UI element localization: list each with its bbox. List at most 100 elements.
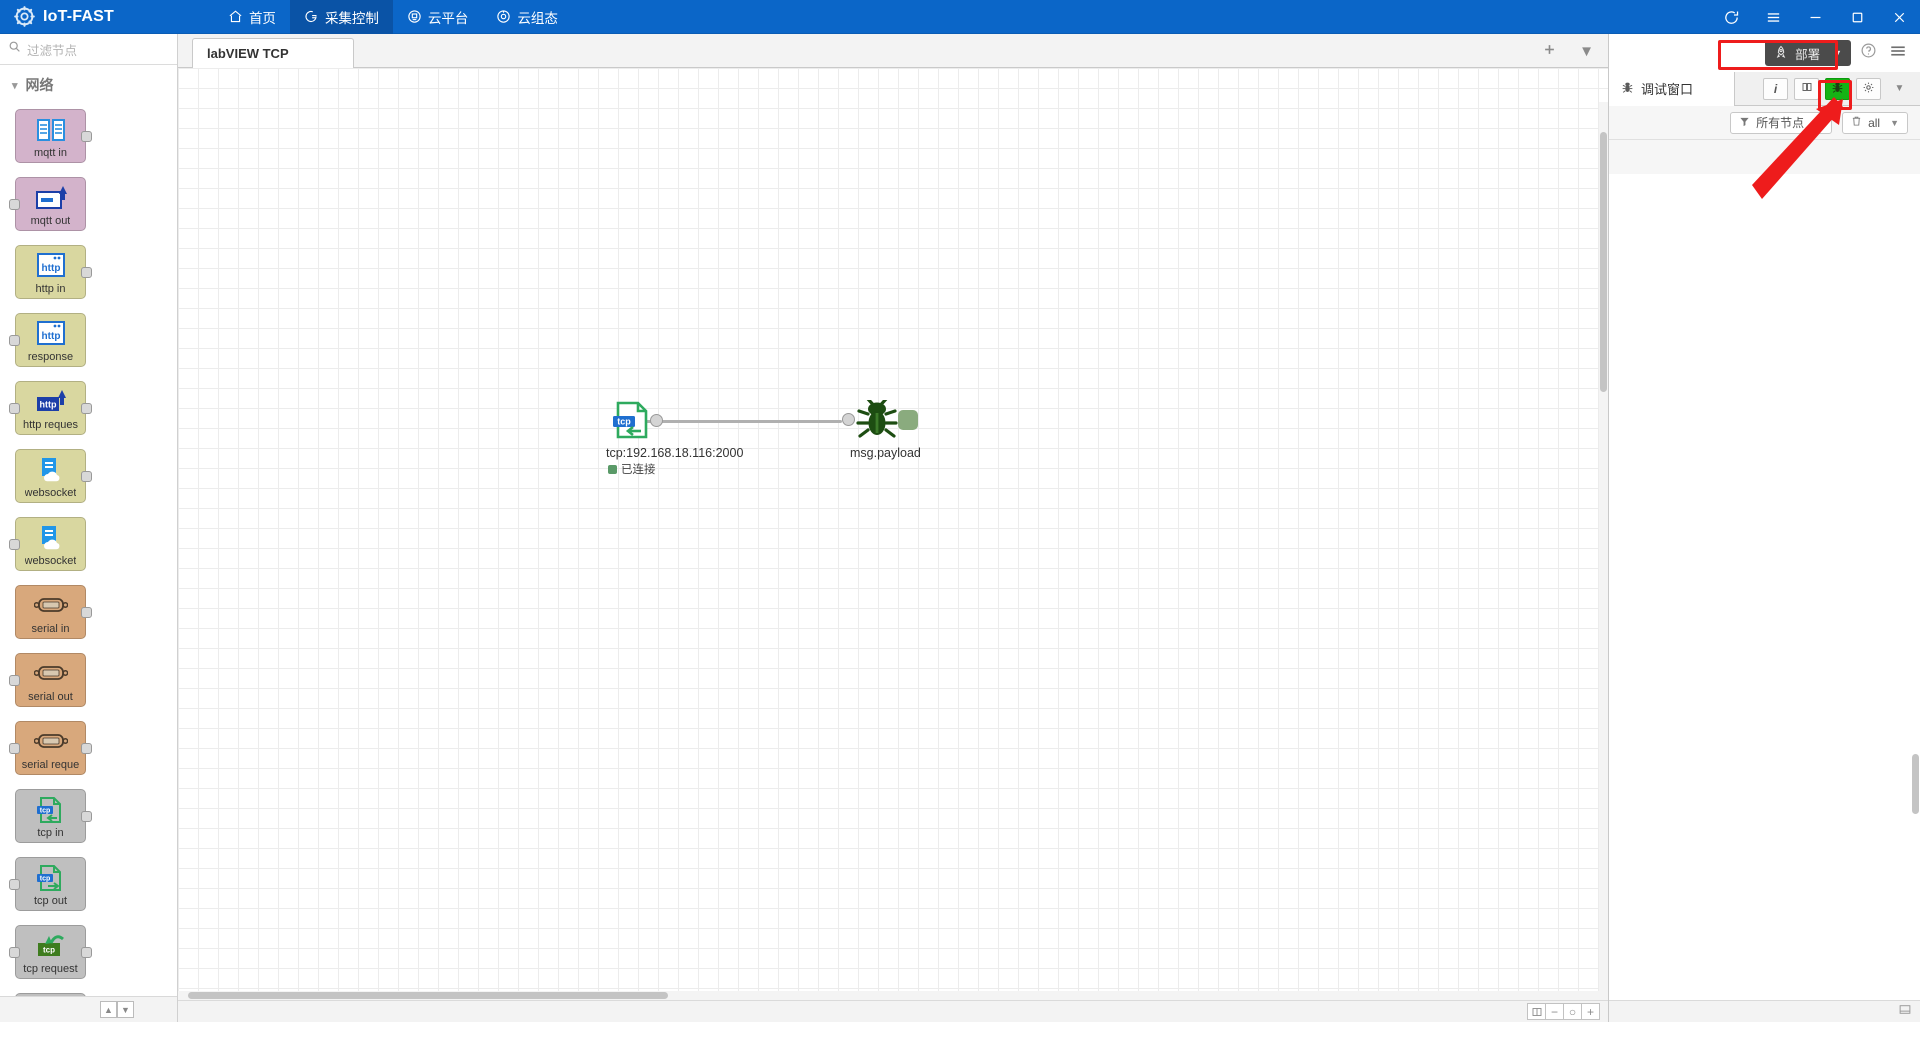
fit-view-button[interactable] — [1527, 1003, 1546, 1020]
palette-search[interactable]: 过滤节点 — [0, 34, 177, 65]
node-input-port[interactable] — [9, 947, 20, 958]
palette-node-label: serial in — [31, 623, 70, 635]
canvas-horizontal-scrollbar[interactable] — [178, 991, 1599, 1000]
nav-item-home[interactable]: 首页 — [214, 0, 290, 34]
panel-layout-icon[interactable] — [1898, 1003, 1912, 1021]
chevron-up-icon[interactable]: ▲ — [100, 1001, 117, 1018]
workspace: labVIEW TCP ▼ tcp tcp:192.168.18.116:200… — [178, 34, 1608, 1022]
node-input-port[interactable] — [9, 743, 20, 754]
tab-debug-window[interactable]: 调试窗口 — [1609, 71, 1735, 106]
node-input-port[interactable] — [842, 413, 855, 426]
debug-message-list[interactable] — [1609, 174, 1920, 1000]
sidebar-tabs: 调试窗口 i ▼ — [1609, 71, 1920, 106]
flow-canvas[interactable]: tcp tcp:192.168.18.116:2000 已连接 msg.payl… — [178, 68, 1608, 1022]
palette-node-tcp-out[interactable]: tcp tcp out — [9, 857, 86, 911]
palette-scroll[interactable]: ▾ 网络 mqtt in mqtt out http http in http respo… — [0, 65, 177, 996]
node-output-port[interactable] — [81, 947, 92, 958]
config-tab-button[interactable] — [1856, 77, 1881, 100]
close-button[interactable] — [1878, 0, 1920, 34]
node-output-port[interactable] — [81, 267, 92, 278]
deploy-button[interactable]: 部署 ▼ — [1765, 40, 1851, 66]
flow-tab-labview-tcp[interactable]: labVIEW TCP — [192, 38, 354, 68]
add-flow-button[interactable] — [1538, 42, 1561, 61]
http-up-icon: http — [16, 386, 85, 418]
refresh-button[interactable] — [1710, 0, 1752, 34]
node-output-port[interactable] — [81, 607, 92, 618]
svg-text:tcp: tcp — [39, 808, 50, 815]
chevron-down-icon: ▼ — [1890, 117, 1899, 128]
node-output-port[interactable] — [81, 743, 92, 754]
palette-category-network[interactable]: ▾ 网络 — [0, 65, 177, 103]
scroll-thumb[interactable] — [1600, 132, 1607, 392]
chevron-down-icon: ▼ — [1894, 83, 1905, 94]
node-output-port[interactable] — [81, 471, 92, 482]
collapse-panel-button[interactable]: ▼ — [1887, 78, 1912, 100]
node-input-port[interactable] — [9, 879, 20, 890]
chevron-down-icon[interactable]: ▼ — [1833, 48, 1842, 58]
palette-node-websocket[interactable]: websocket — [9, 517, 86, 571]
node-input-port[interactable] — [9, 199, 20, 210]
palette-node-label: serial out — [28, 691, 73, 703]
palette-node-websocket[interactable]: websocket — [15, 449, 92, 503]
node-input-port[interactable] — [9, 335, 20, 346]
book-icon — [1801, 81, 1813, 96]
window-controls — [1710, 0, 1920, 34]
debug-tab-button[interactable] — [1825, 77, 1850, 100]
maximize-button[interactable] — [1836, 0, 1878, 34]
scroll-thumb[interactable] — [188, 992, 668, 999]
help-button[interactable] — [1857, 42, 1880, 64]
node-output-port[interactable] — [81, 403, 92, 414]
sidebar-footer — [1609, 1000, 1920, 1022]
cloud-scada-icon — [496, 9, 511, 24]
tcp-out-icon: tcp — [16, 862, 85, 894]
node-output-port[interactable] — [650, 414, 663, 427]
zoom-reset-button[interactable]: ○ — [1563, 1003, 1582, 1020]
nav-item-acquisition[interactable]: 采集控制 — [289, 0, 393, 34]
palette-node-response[interactable]: http response — [9, 313, 86, 367]
node-input-port[interactable] — [9, 675, 20, 686]
debug-scroll-thumb[interactable] — [1912, 754, 1919, 814]
node-input-port[interactable] — [9, 403, 20, 414]
nav-item-cloud-platform[interactable]: 云平台 — [393, 0, 483, 34]
chevron-down-icon: ▼ — [1814, 117, 1824, 128]
flow-menu-button[interactable]: ▼ — [1575, 43, 1598, 60]
node-output-port[interactable] — [81, 811, 92, 822]
node-output-port[interactable] — [81, 131, 92, 142]
menu-button[interactable] — [1752, 0, 1794, 34]
chevron-down-icon: ▾ — [12, 79, 18, 92]
palette-node-label: mqtt out — [30, 215, 71, 227]
palette-node-serial-in[interactable]: serial in — [15, 585, 92, 639]
funnel-icon — [1739, 116, 1750, 130]
clear-log-select[interactable]: all ▼ — [1842, 111, 1908, 134]
http-window-icon: http — [16, 318, 85, 350]
cloud-platform-icon — [407, 9, 422, 24]
node-filter-label: 所有节点 — [1756, 116, 1805, 130]
node-input-port[interactable] — [9, 539, 20, 550]
palette-node-serial-reque[interactable]: serial reque — [9, 721, 92, 775]
node-filter-select[interactable]: 所有节点 ▼ — [1730, 111, 1833, 134]
minimize-button[interactable] — [1794, 0, 1836, 34]
canvas-vertical-scrollbar[interactable] — [1599, 102, 1608, 1022]
sidebar-tab-tools: i ▼ — [1763, 77, 1920, 100]
cloud-doc-icon — [16, 522, 85, 554]
nav-item-cloud-scada[interactable]: 云组态 — [482, 0, 572, 34]
zoom-out-button[interactable]: − — [1545, 1003, 1564, 1020]
cloud-doc-icon — [16, 454, 85, 486]
palette-node-serial-out[interactable]: serial out — [9, 653, 86, 707]
deploy-label: 部署 — [1795, 47, 1821, 62]
palette-node-mqtt-out[interactable]: mqtt out — [9, 177, 86, 231]
main-menu-button[interactable] — [1886, 42, 1910, 65]
chevron-down-icon[interactable]: ▼ — [117, 1001, 134, 1018]
palette-node-http-reques[interactable]: http http reques — [9, 381, 92, 435]
flow-node-tcp-in[interactable]: tcp — [610, 398, 663, 442]
palette-node-tcp-request[interactable]: tcp tcp request — [9, 925, 92, 979]
palette-node-tcp-in[interactable]: tcp tcp in — [15, 789, 92, 843]
flow-node-debug[interactable] — [842, 397, 918, 440]
palette-node-mqtt-in[interactable]: mqtt in — [15, 109, 92, 163]
palette-node-label: http in — [35, 283, 66, 295]
zoom-in-button[interactable]: + — [1581, 1003, 1600, 1020]
help-tab-button[interactable] — [1794, 77, 1819, 100]
debug-node-toggle[interactable] — [898, 410, 918, 430]
info-tab-button[interactable]: i — [1763, 77, 1788, 100]
palette-node-http-in[interactable]: http http in — [15, 245, 92, 299]
